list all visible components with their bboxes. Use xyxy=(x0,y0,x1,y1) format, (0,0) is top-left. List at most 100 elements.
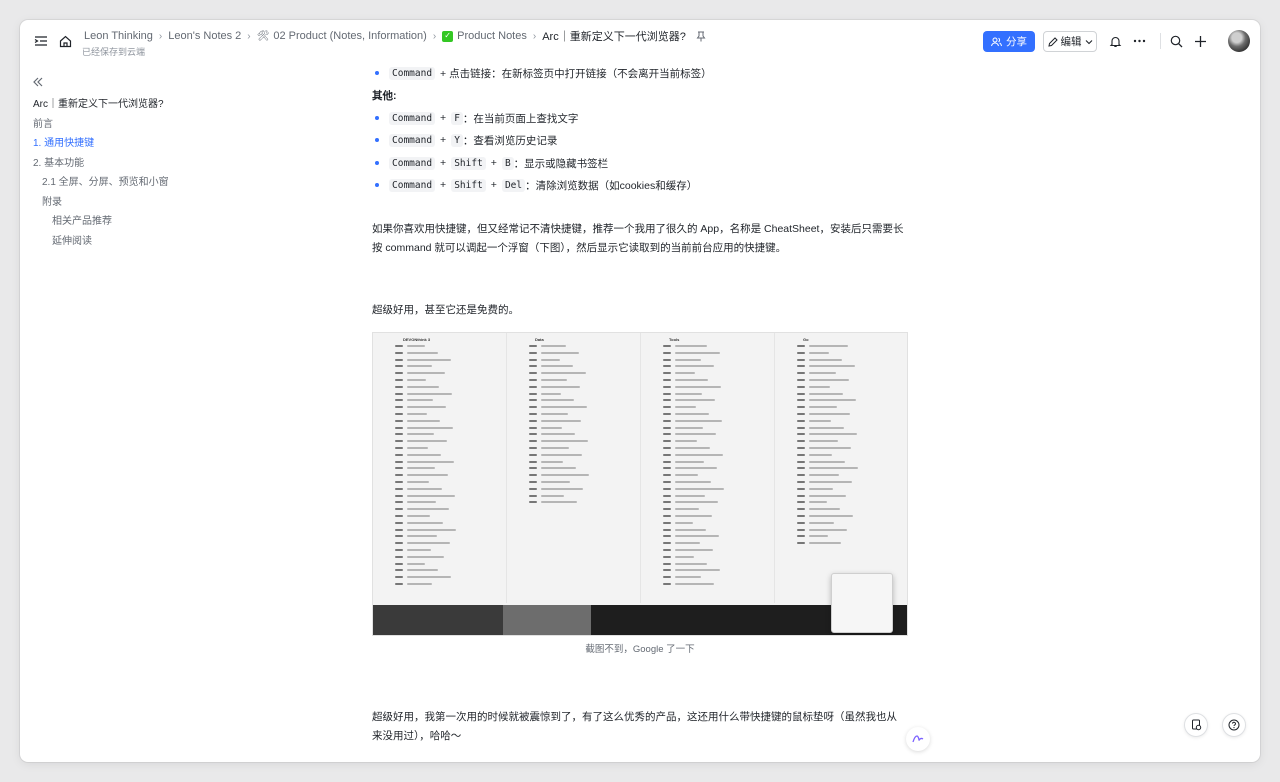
toc-item-preface[interactable]: 前言 xyxy=(33,115,53,130)
breadcrumb-item-leons-notes[interactable]: Leon's Notes 2 xyxy=(168,30,241,42)
figure-shortcut-key xyxy=(395,474,403,477)
add-icon[interactable] xyxy=(1189,30,1211,52)
list-item: Command + Y ：查看浏览历史记录 xyxy=(372,131,557,149)
figure-shortcut-label xyxy=(675,528,706,531)
figure-shortcut-key xyxy=(797,487,805,490)
list-item-text: + 点击链接：在新标签页中打开链接（不会离开当前标签） xyxy=(440,67,712,80)
breadcrumb-item-leon-thinking[interactable]: Leon Thinking xyxy=(84,30,153,42)
help-icon[interactable] xyxy=(1222,713,1246,737)
figure-shortcut-key xyxy=(529,440,537,443)
figure-shortcut-key xyxy=(395,406,403,409)
toc-item-appendix[interactable]: 附录 xyxy=(42,193,62,208)
others-heading: 其他: xyxy=(372,89,397,102)
chevron-right-icon: › xyxy=(432,30,437,42)
figure-shortcut-label xyxy=(675,494,705,497)
breadcrumb-item-product-notes[interactable]: ✓ Product Notes xyxy=(442,30,527,42)
figure-shortcut-label xyxy=(675,487,724,490)
figure-shortcut-key xyxy=(529,481,537,483)
bell-icon[interactable] xyxy=(1104,30,1126,52)
toc-item-shortcuts[interactable]: 1. 通用快捷键 xyxy=(33,134,94,149)
kbd-key: Command xyxy=(389,66,436,80)
toc-item-further-reading[interactable]: 延伸阅读 xyxy=(52,232,92,247)
figure-shortcut-key xyxy=(663,406,671,409)
figure-column-title: DEVONthink 3 xyxy=(403,337,431,342)
list-item: Command + Shift + Del ：清除浏览数据（如cookies和缓… xyxy=(372,176,697,194)
edit-button[interactable]: 编辑 xyxy=(1043,31,1097,52)
toc-title[interactable]: Arc｜重新定义下一代浏览器? xyxy=(33,95,164,110)
more-icon[interactable] xyxy=(1128,30,1150,52)
pencil-icon xyxy=(1047,36,1058,47)
figure-shortcut-label xyxy=(809,453,832,456)
figure-shortcut-key xyxy=(663,528,671,531)
figure-shortcut-label xyxy=(809,515,853,517)
document-info-icon[interactable] xyxy=(1184,713,1208,737)
figure-shortcut-label xyxy=(541,413,568,415)
kbd-key: Command xyxy=(389,178,436,192)
figure-shortcut-key xyxy=(395,440,403,443)
figure-shortcut-label xyxy=(541,351,579,354)
figure-shortcut-key xyxy=(395,460,403,463)
figure-shortcut-key xyxy=(395,379,403,381)
figure-shortcut-label xyxy=(675,351,720,354)
figure-shortcut-key xyxy=(663,447,671,449)
ai-assistant-icon[interactable] xyxy=(906,727,930,751)
search-icon[interactable] xyxy=(1165,30,1187,52)
figure-shortcut-label xyxy=(675,447,710,449)
sidebar-toggle-icon[interactable] xyxy=(30,30,52,52)
bullet xyxy=(375,71,379,75)
checkmark-icon: ✓ xyxy=(442,30,454,42)
figure-shortcut-key xyxy=(395,542,403,545)
figure-shortcut-label xyxy=(809,460,845,463)
figure-shortcut-key xyxy=(797,406,805,409)
share-button[interactable]: 分享 xyxy=(983,31,1035,52)
breadcrumb-item-product[interactable]: 🛠 02 Product (Notes, Information) xyxy=(257,30,427,42)
kbd-key: Y xyxy=(451,133,463,147)
figure-shortcut-label xyxy=(407,413,427,415)
figure-shortcut-label xyxy=(407,440,447,443)
figure-shortcut-label xyxy=(407,460,454,463)
figure-shortcut-key xyxy=(529,351,537,354)
figure-shortcut-key xyxy=(663,385,671,388)
toc-item-related-products[interactable]: 相关产品推荐 xyxy=(52,212,112,227)
figure-shortcut-label xyxy=(809,345,848,347)
home-icon[interactable] xyxy=(54,30,76,52)
figure-shortcut-key xyxy=(395,515,403,517)
figure-shortcut-key xyxy=(797,426,805,429)
figure-background-panel xyxy=(503,605,591,635)
figure-shortcut-key xyxy=(395,508,403,511)
figure-shortcut-label xyxy=(675,379,708,381)
figure-shortcut-key xyxy=(395,385,403,388)
figure-shortcut-key xyxy=(395,576,403,579)
figure-shortcut-key xyxy=(529,474,537,477)
avatar[interactable] xyxy=(1228,30,1250,52)
figure-shortcut-label xyxy=(675,440,697,443)
figure-shortcut-key xyxy=(395,345,403,347)
figure-shortcut-label xyxy=(541,379,567,381)
figure-shortcut-key xyxy=(529,487,537,490)
toc-item-basic-features[interactable]: 2. 基本功能 xyxy=(33,154,84,169)
figure-shortcut-label xyxy=(541,392,561,395)
figure-shortcut-label xyxy=(809,440,838,443)
figure-shortcut-key xyxy=(797,494,805,497)
toc-item-fullscreen[interactable]: 2.1 全屏、分屏、预览和小窗 xyxy=(42,173,169,188)
figure-shortcut-key xyxy=(663,440,671,443)
figure-shortcut-key xyxy=(395,372,403,375)
pin-icon[interactable] xyxy=(696,31,706,42)
figure-shortcut-label xyxy=(809,487,833,490)
figure-shortcut-key xyxy=(663,392,671,395)
figure-shortcut-key xyxy=(663,351,671,354)
figure-shortcut-label xyxy=(809,447,851,449)
figure-shortcut-key xyxy=(663,521,671,524)
figure-shortcut-label xyxy=(809,358,842,361)
figure-shortcut-label xyxy=(675,372,695,375)
collapse-toc-icon[interactable] xyxy=(32,75,46,89)
cheatsheet-screenshot-image[interactable]: DEVONthink 3 Data Tools Go xyxy=(372,332,908,636)
figure-shortcut-label xyxy=(675,515,712,517)
figure-shortcut-key xyxy=(797,460,805,463)
paragraph: 超级好用，我第一次用的时候就被震惊到了，有了这么优秀的产品，这还用什么带快捷键的… xyxy=(372,711,897,742)
kbd-key: Shift xyxy=(451,178,486,192)
figure-shortcut-key xyxy=(529,460,537,463)
breadcrumb-item-current[interactable]: Arc｜重新定义下一代浏览器? xyxy=(542,28,686,44)
figure-shortcut-label xyxy=(809,494,846,497)
figure-shortcut-label xyxy=(675,576,701,579)
